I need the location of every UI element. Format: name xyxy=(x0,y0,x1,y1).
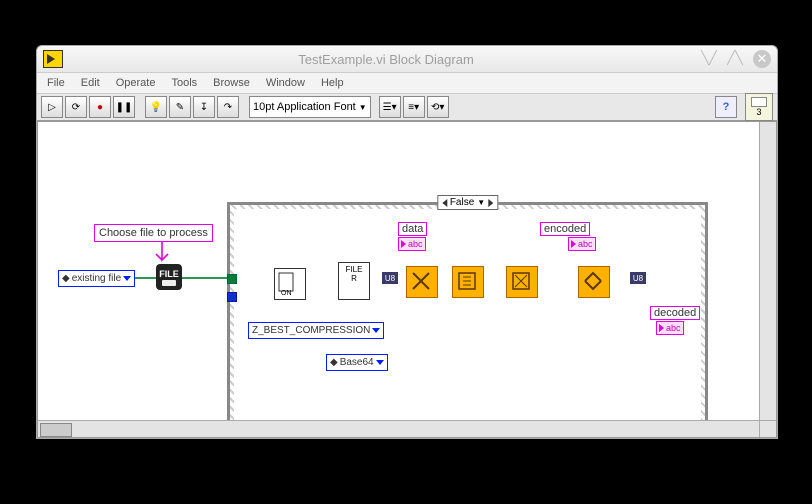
toolbar: ▷ ⟳ ● ❚❚ 💡 ✎ ↧ ↷ 10pt Application Font ▼… xyxy=(37,94,777,121)
compress-node[interactable] xyxy=(406,266,438,298)
enum-const-encoding[interactable]: ◆Base64 xyxy=(326,354,388,371)
indicator-label-data[interactable]: data xyxy=(398,222,427,236)
maximize-button[interactable]: ╱╲ xyxy=(727,50,743,66)
case-structure-frame xyxy=(234,209,701,421)
window-title: TestExample.vi Block Diagram xyxy=(71,52,701,67)
horizontal-scroll-thumb[interactable] xyxy=(40,423,72,437)
vertical-scrollbar[interactable] xyxy=(759,122,776,421)
minimize-button[interactable]: ╲╱ xyxy=(701,50,717,66)
menu-browse[interactable]: Browse xyxy=(207,75,256,91)
case-next-icon[interactable] xyxy=(488,199,493,207)
string-indicator-data[interactable]: abc xyxy=(398,237,426,251)
enum-const-file-mode[interactable]: ◆existing file xyxy=(58,270,135,287)
window-frame: TestExample.vi Block Diagram ╲╱ ╱╲ ✕ Fil… xyxy=(36,45,778,439)
tunnel-selector-in[interactable] xyxy=(227,292,237,302)
context-help-button[interactable]: ? xyxy=(715,96,737,118)
run-button[interactable]: ▷ xyxy=(41,96,63,118)
decompress-node[interactable] xyxy=(578,266,610,298)
free-label-comment[interactable]: Choose file to process xyxy=(94,224,213,242)
menubar: File Edit Operate Tools Browse Window He… xyxy=(37,73,777,94)
font-selector-label: 10pt Application Font xyxy=(253,101,356,113)
step-over-button[interactable]: ↷ xyxy=(217,96,239,118)
retain-wire-button[interactable]: ✎ xyxy=(169,96,191,118)
decode-node[interactable] xyxy=(506,266,538,298)
vi-icon-connector[interactable]: 3 xyxy=(745,93,773,121)
block-diagram-canvas[interactable]: Choose file to process ◆existing file FI… xyxy=(38,122,760,421)
string-indicator-encoded[interactable]: abc xyxy=(568,237,596,251)
case-structure[interactable]: False ▼ xyxy=(227,202,708,428)
tunnel-path-in[interactable] xyxy=(227,274,237,284)
scroll-corner xyxy=(759,420,776,437)
diagram-area[interactable]: Choose file to process ◆existing file FI… xyxy=(37,121,777,438)
window-buttons: ╲╱ ╱╲ ✕ xyxy=(701,50,771,68)
menu-edit[interactable]: Edit xyxy=(75,75,106,91)
font-selector[interactable]: 10pt Application Font ▼ xyxy=(249,96,371,118)
read-file-node[interactable]: FILE R xyxy=(338,262,370,300)
case-prev-icon[interactable] xyxy=(442,199,447,207)
menu-help[interactable]: Help xyxy=(315,75,350,91)
indicator-label-decoded[interactable]: decoded xyxy=(650,306,700,320)
align-objects-button[interactable]: ☰▾ xyxy=(379,96,401,118)
string-indicator-decoded[interactable]: abc xyxy=(656,321,684,335)
menu-window[interactable]: Window xyxy=(260,75,311,91)
byte-array-to-string-node[interactable]: U8 xyxy=(382,272,398,284)
reorder-button[interactable]: ⟲▾ xyxy=(427,96,449,118)
connector-count: 3 xyxy=(756,107,761,117)
labview-app-icon xyxy=(43,50,63,68)
run-continuous-button[interactable]: ⟳ xyxy=(65,96,87,118)
string-to-byte-array-node[interactable]: U8 xyxy=(630,272,646,284)
enum-const-compression[interactable]: Z_BEST_COMPRESSION xyxy=(248,322,384,339)
close-button[interactable]: ✕ xyxy=(753,50,771,68)
menu-operate[interactable]: Operate xyxy=(110,75,162,91)
case-selector-value: False xyxy=(450,197,474,208)
indicator-label-encoded[interactable]: encoded xyxy=(540,222,590,236)
step-into-button[interactable]: ↧ xyxy=(193,96,215,118)
distribute-objects-button[interactable]: ≡▾ xyxy=(403,96,425,118)
case-selector[interactable]: False ▼ xyxy=(437,195,498,210)
menu-tools[interactable]: Tools xyxy=(165,75,203,91)
highlight-exec-button[interactable]: 💡 xyxy=(145,96,167,118)
svg-text:ON: ON xyxy=(281,290,292,297)
titlebar: TestExample.vi Block Diagram ╲╱ ╱╲ ✕ xyxy=(37,46,777,73)
menu-file[interactable]: File xyxy=(41,75,71,91)
horizontal-scrollbar[interactable] xyxy=(38,420,760,437)
open-file-node[interactable]: ON xyxy=(274,268,306,300)
encode-node[interactable] xyxy=(452,266,484,298)
file-dialog-node[interactable]: FILE xyxy=(156,264,182,290)
abort-button[interactable]: ● xyxy=(89,96,111,118)
pause-button[interactable]: ❚❚ xyxy=(113,96,135,118)
